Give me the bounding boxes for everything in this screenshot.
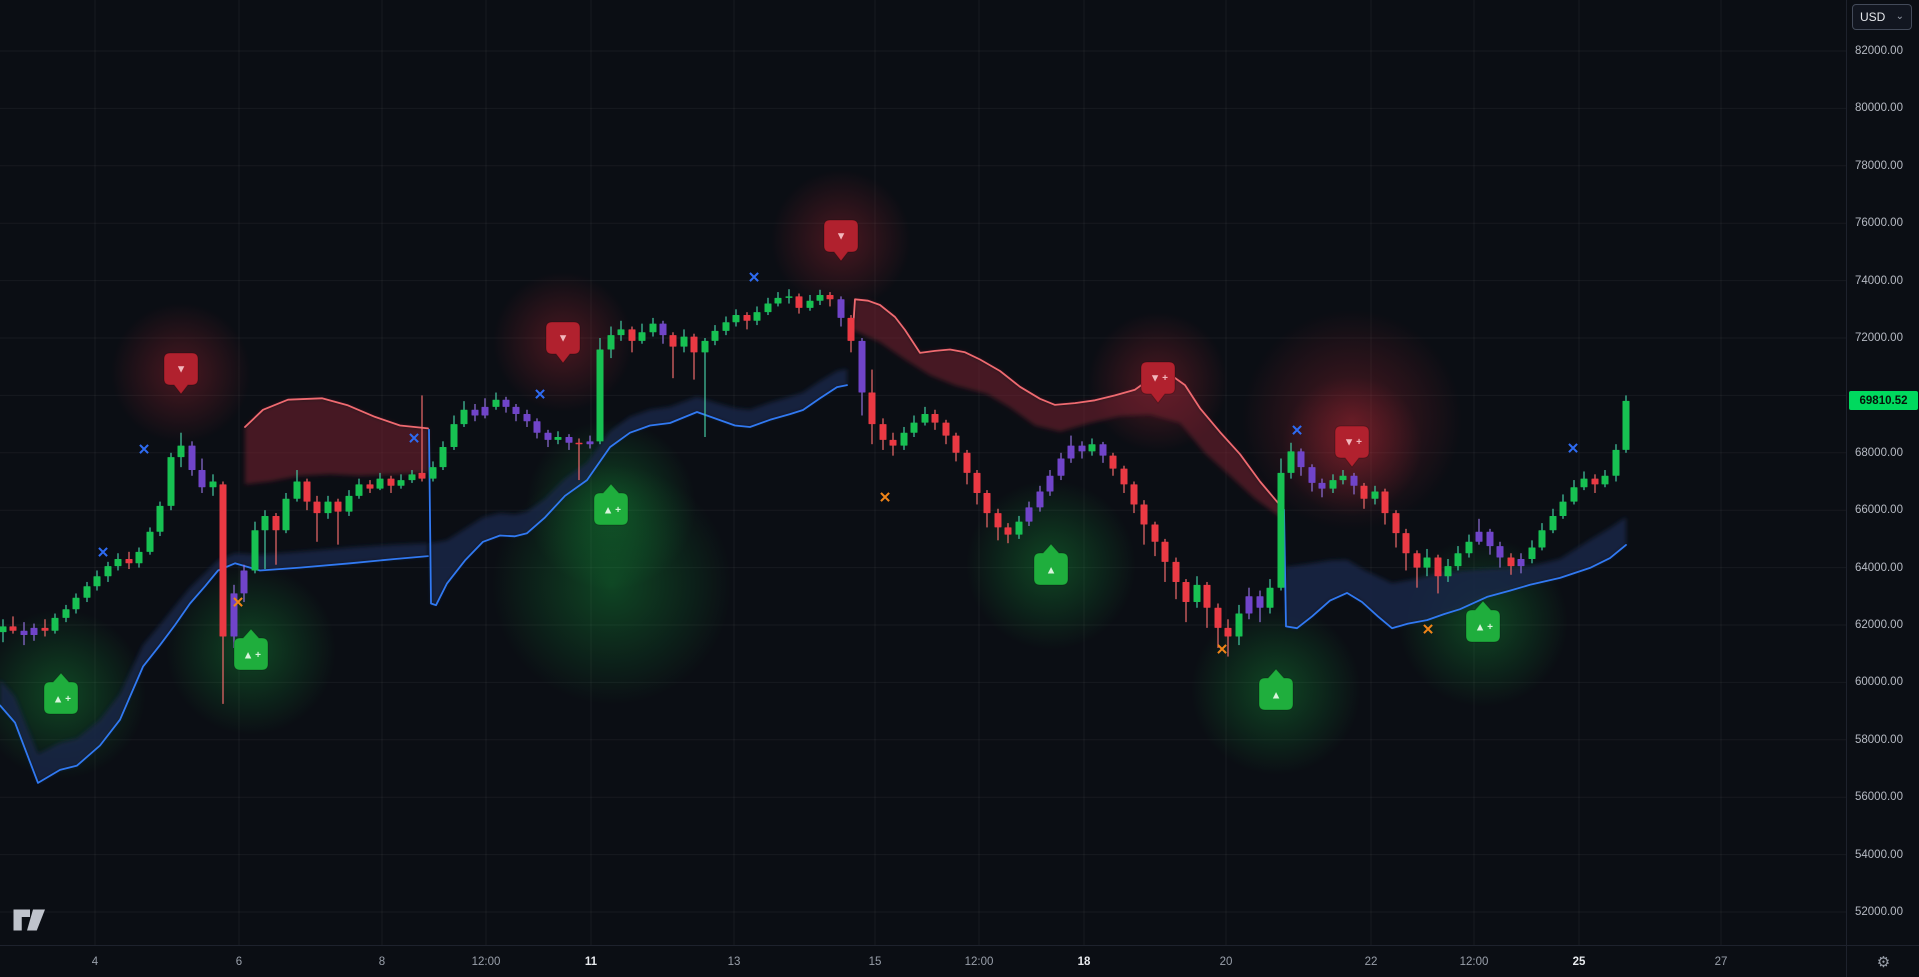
svg-text:▼: ▼ — [836, 231, 847, 243]
price-axis-label: 64000.00 — [1855, 562, 1903, 574]
svg-text:▼: ▼ — [558, 333, 569, 345]
time-axis-label: 13 — [728, 956, 741, 968]
time-axis-label: 18 — [1078, 956, 1091, 968]
price-axis-label: 58000.00 — [1855, 734, 1903, 746]
x-mark-blue: ✕ — [1567, 441, 1580, 458]
price-axis-label: 78000.00 — [1855, 160, 1903, 172]
price-axis-label: 62000.00 — [1855, 619, 1903, 631]
chevron-down-icon: ⌄ — [1896, 12, 1904, 22]
price-axis-label: 72000.00 — [1855, 332, 1903, 344]
x-mark-orange: ✕ — [232, 595, 245, 612]
x-mark-blue: ✕ — [534, 387, 547, 404]
x-mark-orange: ✕ — [879, 490, 892, 507]
svg-text:▼: ▼ — [1344, 437, 1355, 449]
price-axis-label: 52000.00 — [1855, 906, 1903, 918]
time-axis-label: 12:00 — [965, 956, 994, 968]
currency-selector[interactable]: USD ⌄ — [1852, 4, 1912, 30]
svg-text:+: + — [1162, 373, 1168, 384]
x-mark-blue: ✕ — [1291, 423, 1304, 440]
svg-text:+: + — [1487, 622, 1493, 633]
currency-selector-label: USD — [1860, 10, 1885, 24]
price-axis-label: 66000.00 — [1855, 504, 1903, 516]
tradingview-chart-window: ✕✕✕✕✕✕✕✕✕✕✕▲+▲+▲+▲▲▲+▼▼▼▼+▼+ USD ⌄ 82000… — [0, 0, 1919, 977]
time-axis-label: 20 — [1220, 956, 1233, 968]
x-mark-blue: ✕ — [748, 270, 761, 287]
svg-text:▲: ▲ — [243, 650, 254, 662]
price-axis-label: 74000.00 — [1855, 275, 1903, 287]
price-axis-label: 54000.00 — [1855, 849, 1903, 861]
svg-text:▼: ▼ — [176, 364, 187, 376]
price-axis-label: 60000.00 — [1855, 676, 1903, 688]
svg-text:+: + — [255, 650, 261, 661]
time-axis-label: 8 — [379, 956, 385, 968]
svg-text:+: + — [65, 694, 71, 705]
x-mark-blue: ✕ — [138, 442, 151, 459]
svg-text:▲: ▲ — [53, 694, 64, 706]
time-axis-label: 25 — [1573, 956, 1586, 968]
axis-settings-corner: ⚙ — [1846, 945, 1919, 977]
price-axis-label: 80000.00 — [1855, 102, 1903, 114]
time-axis-label: 27 — [1715, 956, 1728, 968]
price-axis-label: 82000.00 — [1855, 45, 1903, 57]
svg-text:+: + — [615, 505, 621, 516]
x-mark-blue: ✕ — [97, 545, 110, 562]
time-axis-label: 22 — [1365, 956, 1378, 968]
tradingview-logo[interactable] — [12, 906, 48, 939]
price-axis-label: 56000.00 — [1855, 791, 1903, 803]
time-axis[interactable]: 4 6 8 12:00 11 13 15 12:00 18 20 22 12:00 25 27 — [0, 945, 1846, 977]
price-axis-label: 68000.00 — [1855, 447, 1903, 459]
x-mark-orange: ✕ — [1216, 642, 1229, 659]
time-axis-label: 11 — [585, 956, 597, 968]
price-axis-label: 76000.00 — [1855, 217, 1903, 229]
time-axis-label: 6 — [236, 956, 242, 968]
svg-text:▲: ▲ — [603, 505, 614, 517]
time-axis-label: 4 — [92, 956, 98, 968]
time-axis-label: 15 — [869, 956, 882, 968]
svg-text:▲: ▲ — [1475, 622, 1486, 634]
last-price-badge: 69810.52 — [1849, 391, 1918, 410]
price-axis[interactable]: USD ⌄ 82000.00 80000.00 78000.00 76000.00 74… — [1846, 0, 1919, 945]
svg-text:▲: ▲ — [1046, 565, 1057, 577]
svg-text:▼: ▼ — [1150, 373, 1161, 385]
svg-text:▲: ▲ — [1271, 690, 1282, 702]
svg-text:+: + — [1356, 437, 1362, 448]
time-axis-label: 12:00 — [1460, 956, 1489, 968]
price-chart[interactable]: ✕✕✕✕✕✕✕✕✕✕✕▲+▲+▲+▲▲▲+▼▼▼▼+▼+ — [0, 0, 1846, 945]
x-mark-orange: ✕ — [1422, 622, 1435, 639]
gear-icon[interactable]: ⚙ — [1877, 953, 1890, 971]
x-mark-blue: ✕ — [408, 431, 421, 448]
time-axis-label: 12:00 — [472, 956, 501, 968]
